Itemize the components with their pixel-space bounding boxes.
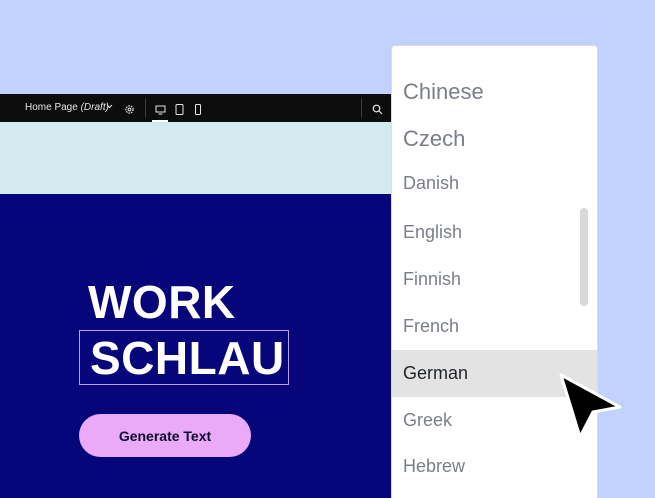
hero-heading-line2[interactable]: SCHLAU: [90, 331, 285, 385]
tablet-icon[interactable]: [175, 102, 184, 115]
toolbar-divider: [145, 98, 146, 118]
gear-icon[interactable]: [124, 102, 135, 114]
search-icon[interactable]: [372, 102, 383, 115]
generate-text-button[interactable]: Generate Text: [79, 414, 251, 457]
language-option[interactable]: Czech: [392, 115, 597, 162]
dropdown-scrollbar[interactable]: [580, 208, 588, 306]
page-status-label: (Draft): [80, 102, 109, 113]
desktop-icon[interactable]: [155, 102, 166, 115]
toolbar-divider-right: [361, 98, 362, 118]
language-option[interactable]: French: [392, 303, 597, 350]
page-name-label: Home Page: [25, 102, 78, 113]
language-option[interactable]: English: [392, 209, 597, 256]
page-selector[interactable]: Home Page (Draft): [25, 102, 109, 113]
language-option[interactable]: Chinese: [392, 68, 597, 115]
language-option[interactable]: Hebrew: [392, 443, 597, 490]
chevron-down-icon[interactable]: [106, 102, 113, 112]
mobile-icon[interactable]: [194, 102, 202, 115]
hero-heading-line1[interactable]: WORK: [88, 275, 236, 329]
mouse-pointer-icon: [558, 370, 622, 440]
language-option[interactable]: Danish: [392, 160, 597, 207]
editor-toolbar: Home Page (Draft): [0, 94, 392, 122]
language-option[interactable]: Finnish: [392, 256, 597, 303]
header-section: [0, 122, 392, 194]
